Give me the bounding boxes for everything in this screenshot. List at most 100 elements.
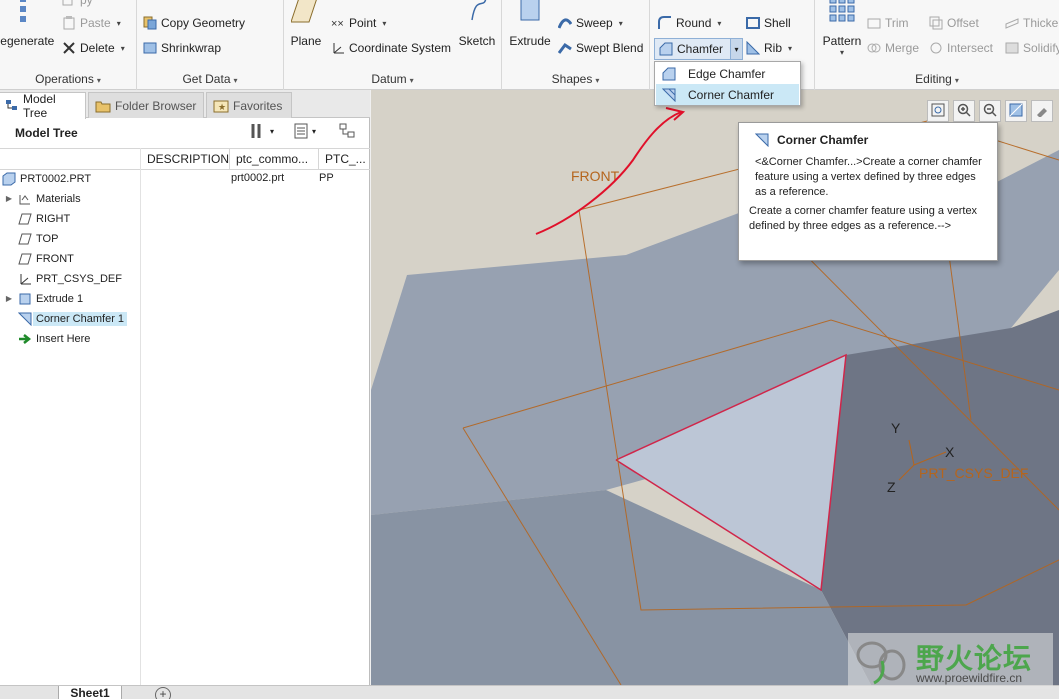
zoom-out-icon: [983, 103, 997, 120]
plane-button[interactable]: Plane: [286, 0, 326, 48]
part-icon: [2, 172, 16, 186]
tree-item-right[interactable]: RIGHT: [14, 209, 70, 228]
display-style-icon: [1035, 103, 1049, 120]
operations-group-label[interactable]: Operations ▾: [0, 72, 136, 86]
extrude-icon: [515, 0, 545, 30]
point-button[interactable]: ×× Point ▾: [331, 13, 386, 33]
rib-button[interactable]: Rib ▾: [746, 38, 792, 58]
swept-blend-button[interactable]: Swept Blend: [557, 38, 643, 58]
trim-button[interactable]: Trim: [867, 13, 909, 33]
site-watermark: 野火论坛 www.proewildfire.cn: [848, 633, 1053, 689]
menu-item-edge-chamfer[interactable]: Edge Chamfer: [656, 63, 799, 84]
tree-item-top[interactable]: TOP: [14, 229, 58, 248]
tree-item-materials[interactable]: ▶ Materials: [0, 189, 81, 208]
zoom-in-button[interactable]: [953, 100, 975, 122]
tree-item-part[interactable]: PRT0002.PRT: [0, 169, 91, 188]
tree-item-csys[interactable]: PRT_CSYS_DEF: [14, 269, 122, 288]
trim-icon: [867, 16, 881, 30]
column-ptc-common-name[interactable]: ptc_commo...: [229, 149, 318, 170]
shapes-group-label[interactable]: Shapes ▾: [502, 72, 649, 86]
zoom-out-button[interactable]: [979, 100, 1001, 122]
refit-icon: [931, 103, 945, 120]
repaint-icon: [1009, 103, 1023, 120]
display-style-button[interactable]: [1031, 100, 1053, 122]
expand-icon[interactable]: ▶: [4, 294, 14, 303]
round-button[interactable]: Round ▾: [658, 13, 721, 33]
offset-button[interactable]: Offset: [929, 13, 979, 33]
extrude-icon: [18, 292, 32, 306]
column-description[interactable]: DESCRIPTION: [140, 149, 230, 170]
column-ptc[interactable]: PTC_...: [318, 149, 370, 170]
intersect-button[interactable]: Intersect: [929, 38, 993, 58]
copy-geometry-icon: [143, 16, 157, 30]
corner-chamfer-icon: [17, 312, 32, 326]
datum-plane-icon: [18, 232, 32, 246]
repaint-button[interactable]: [1005, 100, 1027, 122]
shrinkwrap-button[interactable]: Shrinkwrap: [143, 38, 221, 58]
coordinate-system-icon: [18, 272, 32, 286]
pattern-button[interactable]: Pattern ▾: [819, 0, 865, 57]
show-icon: [293, 122, 309, 140]
front-label: FRONT: [571, 168, 620, 184]
tree-filter-button[interactable]: [338, 122, 358, 140]
shrinkwrap-icon: [143, 41, 157, 55]
shell-button[interactable]: Shell: [746, 13, 791, 33]
sketch-button[interactable]: Sketch: [456, 0, 498, 48]
refit-button[interactable]: [927, 100, 949, 122]
group-operations: Regenerate py Paste ▾ Delete ▾ Operation…: [0, 0, 137, 90]
point-icon: ××: [331, 16, 345, 30]
tree-settings-button[interactable]: ▾: [249, 122, 274, 140]
watermark-url: www.proewildfire.cn: [916, 671, 1023, 685]
tab-model-tree[interactable]: Model Tree: [0, 92, 86, 120]
thicken-button[interactable]: Thicke: [1005, 13, 1058, 33]
corner-chamfer-icon: [661, 88, 676, 102]
tree-item-corner-chamfer[interactable]: Corner Chamfer 1: [14, 309, 128, 328]
chamfer-dropdown-menu: Edge Chamfer Corner Chamfer: [654, 61, 801, 106]
zoom-in-icon: [957, 103, 971, 120]
butterfly-logo-icon: [856, 641, 906, 685]
datum-group-label[interactable]: Datum ▾: [284, 72, 501, 86]
sweep-button[interactable]: Sweep ▾: [557, 13, 623, 33]
tab-favorites[interactable]: ★ Favorites: [206, 92, 292, 118]
round-icon: [658, 16, 672, 30]
tab-folder-browser[interactable]: Folder Browser: [88, 92, 204, 118]
thicken-icon: [1005, 16, 1019, 30]
group-shapes: Extrude Sweep ▾ Swept Blend Shapes ▾: [502, 0, 650, 90]
tools-icon: [249, 122, 267, 140]
datum-plane-icon: [18, 212, 32, 226]
editing-group-label[interactable]: Editing ▾: [815, 72, 1059, 86]
copy-icon: [62, 0, 76, 7]
extrude-button[interactable]: Extrude: [506, 0, 554, 48]
paste-icon: [62, 16, 76, 30]
sweep-icon: [557, 16, 573, 30]
ribbon: Regenerate py Paste ▾ Delete ▾ Operation…: [0, 0, 1059, 90]
chamfer-dropdown-arrow[interactable]: ▾: [730, 38, 743, 60]
chamfer-button[interactable]: Chamfer: [654, 38, 732, 60]
sheet-tab[interactable]: Sheet1: [58, 686, 122, 699]
copy-button[interactable]: py: [62, 0, 93, 10]
delete-button[interactable]: Delete ▾: [62, 38, 125, 58]
offset-icon: [929, 16, 943, 30]
tooltip-description-2: Create a corner chamfer feature using a …: [749, 205, 978, 232]
tree-item-insert-here[interactable]: Insert Here: [14, 329, 90, 348]
get-data-group-label[interactable]: Get Data ▾: [137, 72, 283, 86]
tree-column-header: DESCRIPTION ptc_commo... PTC_...: [0, 148, 370, 170]
regenerate-button[interactable]: Regenerate: [0, 0, 56, 48]
paste-button[interactable]: Paste ▾: [62, 13, 121, 33]
folder-icon: [95, 99, 111, 113]
expand-icon[interactable]: ▶: [4, 194, 14, 203]
model-tree-panel: Model Tree Folder Browser ★ Favorites Mo…: [0, 90, 370, 685]
show-menu-button[interactable]: ▾: [293, 122, 316, 140]
datum-plane-icon: [18, 252, 32, 266]
tree-item-front[interactable]: FRONT: [14, 249, 74, 268]
tree-item-extrude[interactable]: ▶ Extrude 1: [0, 289, 83, 308]
solidify-button[interactable]: Solidify: [1005, 38, 1059, 58]
menu-item-corner-chamfer[interactable]: Corner Chamfer: [656, 84, 799, 105]
coordinate-system-button[interactable]: Coordinate System: [331, 38, 451, 58]
add-sheet-button[interactable]: +: [155, 687, 171, 699]
tooltip-description-1: <&Corner Chamfer...>Create a corner cham…: [755, 156, 982, 198]
merge-icon: [867, 41, 881, 55]
merge-button[interactable]: Merge: [867, 38, 919, 58]
column-divider: [140, 148, 141, 685]
copy-geometry-button[interactable]: Copy Geometry: [143, 13, 245, 33]
